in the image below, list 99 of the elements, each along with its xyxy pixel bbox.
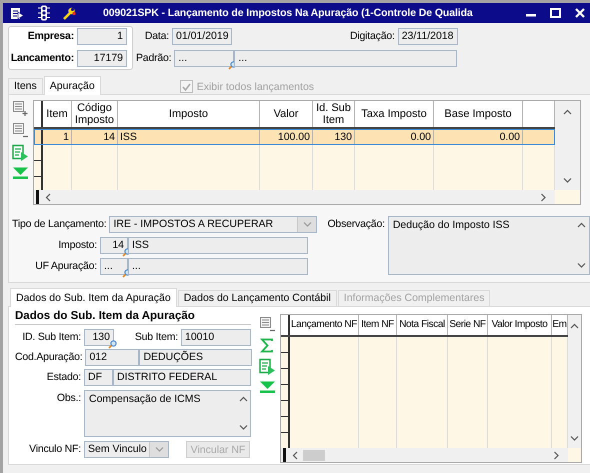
column-header[interactable]: Serie NF (448, 315, 488, 335)
tab[interactable]: Itens (8, 78, 43, 94)
row-header[interactable] (281, 385, 290, 401)
template-code-field[interactable]: ... (174, 50, 234, 67)
entry-type-dropdown[interactable]: IRE - IMPOSTOS A RECUPERAR (109, 216, 318, 233)
column-header[interactable]: Valor Imposto (488, 315, 552, 335)
scroll-up-icon[interactable] (570, 323, 579, 330)
remove-row-icon[interactable] (12, 122, 29, 139)
assessment-name-field[interactable]: DEDUÇÕES (139, 349, 252, 366)
scroll-down-icon[interactable] (570, 435, 579, 442)
field-label: Vinculo NF: (28, 442, 82, 457)
scroll-down-icon[interactable] (238, 424, 248, 431)
field-label: Empresa: (26, 29, 75, 44)
column-header[interactable]: Valor (260, 101, 313, 127)
traffic-light-icon[interactable] (38, 5, 50, 21)
state-code-field[interactable]: DF (84, 369, 113, 386)
invoice-link-dropdown[interactable]: Sem Vinculo (84, 441, 169, 458)
wrench-icon[interactable] (62, 6, 76, 20)
tab[interactable]: Dados do Lançamento Contábil (178, 290, 337, 306)
sub-item-field[interactable]: 10010 (181, 329, 251, 346)
column-header[interactable]: Taxa Imposto (355, 101, 434, 127)
entry-date-field[interactable]: 23/11/2018 (398, 28, 458, 45)
field-label: Obs.: (56, 391, 82, 406)
scroll-left-icon[interactable] (292, 450, 299, 460)
row-header[interactable] (281, 369, 290, 385)
state-name-field[interactable]: ... (128, 258, 308, 275)
assessment-code-field[interactable]: 012 (85, 349, 140, 366)
field-label: Data: (144, 29, 170, 44)
checkmark-icon (182, 82, 191, 90)
tax-name-field[interactable]: ISS (128, 237, 308, 254)
column-header[interactable]: Item (43, 101, 72, 127)
vertical-scrollbar[interactable] (555, 101, 580, 190)
notes-field[interactable]: Compensação de ICMS (84, 390, 251, 437)
add-row-icon[interactable] (12, 100, 29, 117)
row-header[interactable] (34, 161, 43, 177)
scroll-down-icon[interactable] (577, 262, 586, 269)
remove-row-icon[interactable] (258, 316, 276, 333)
table-cell: 0.00 (355, 129, 434, 145)
scroll-right-icon[interactable] (540, 192, 547, 202)
state-code-field[interactable]: ... (100, 258, 128, 275)
section-title: Dados do Sub. Item da Apuração (15, 310, 251, 325)
field-label: Cod.Apuração: (15, 350, 84, 365)
field-label: Estado: (46, 370, 82, 385)
table-cell: 0.00 (434, 129, 523, 145)
entry-number-field[interactable]: 17179 (77, 50, 127, 67)
vertical-scrollbar[interactable] (568, 315, 581, 448)
observation-field[interactable]: Dedução do Imposto ISS (388, 216, 590, 275)
scroll-down-icon[interactable] (563, 177, 572, 184)
export-icon[interactable] (258, 358, 276, 375)
row-header[interactable] (281, 353, 290, 369)
column-header[interactable]: Id. Sub Item (313, 101, 355, 127)
column-header[interactable]: Lançamento NF (290, 315, 359, 335)
row-header[interactable] (281, 337, 290, 353)
close-icon[interactable] (575, 8, 585, 18)
field-label: Tipo de Lançamento: (12, 217, 108, 232)
table-row[interactable]: 1 14 ISS 100.00 130 0.00 0.00 (34, 129, 555, 145)
field-label: UF Apuração: (34, 259, 98, 274)
table-cell: 1 (43, 129, 72, 145)
field-label: Sub Item: (134, 330, 179, 345)
scroll-up-icon[interactable] (238, 396, 248, 403)
scroll-thumb[interactable] (303, 450, 325, 460)
scroll-up-icon[interactable] (563, 109, 572, 116)
scroll-right-icon[interactable] (553, 450, 560, 460)
template-name-field[interactable]: ... (234, 50, 458, 67)
company-field[interactable]: 1 (77, 28, 127, 45)
tab[interactable]: Dados do Sub. Item da Apuração (10, 288, 177, 307)
scroll-left-icon[interactable] (45, 192, 52, 202)
scroll-up-icon[interactable] (577, 222, 586, 229)
table-cell: 100.00 (260, 129, 313, 145)
field-label: Padrão: (136, 51, 172, 66)
table-cell: 130 (313, 129, 355, 145)
maximize-icon[interactable] (550, 8, 561, 18)
table-cell: ISS (118, 129, 260, 145)
document-arrow-icon[interactable] (10, 6, 24, 20)
row-header[interactable] (34, 145, 43, 161)
sigma-icon[interactable] (260, 338, 274, 353)
column-header[interactable]: Base Imposto (434, 101, 523, 127)
column-header[interactable]: Nota Fiscal (397, 315, 448, 335)
column-header[interactable]: Imposto (118, 101, 260, 127)
horizontal-scrollbar[interactable] (34, 190, 555, 204)
date-field[interactable]: 01/01/2019 (172, 28, 232, 45)
horizontal-scrollbar[interactable] (281, 448, 568, 462)
tab[interactable]: Apuração (44, 76, 101, 95)
field-label: Observação: (327, 217, 386, 232)
row-header[interactable] (281, 417, 290, 433)
window-title: 009021SPK - Lançamento de Impostos Na Apuração (1-Controle De Qualida (103, 7, 474, 19)
table-cell: 14 (72, 129, 118, 145)
field-label: Imposto: (57, 238, 98, 253)
search-icon[interactable] (108, 340, 117, 349)
column-header[interactable]: Item NF (359, 315, 397, 335)
field-label: ID. Sub Item: (21, 330, 82, 345)
column-header[interactable]: Código Imposto (72, 101, 118, 127)
row-header[interactable] (281, 401, 290, 417)
sub-item-id-field[interactable]: 130 (84, 329, 114, 346)
export-icon[interactable] (12, 144, 29, 161)
tax-code-field[interactable]: 14 (100, 237, 128, 254)
state-name-field[interactable]: DISTRITO FEDERAL (113, 369, 251, 386)
field-label: Digitação: (350, 29, 396, 44)
field-label: Lancamento: (10, 51, 75, 66)
